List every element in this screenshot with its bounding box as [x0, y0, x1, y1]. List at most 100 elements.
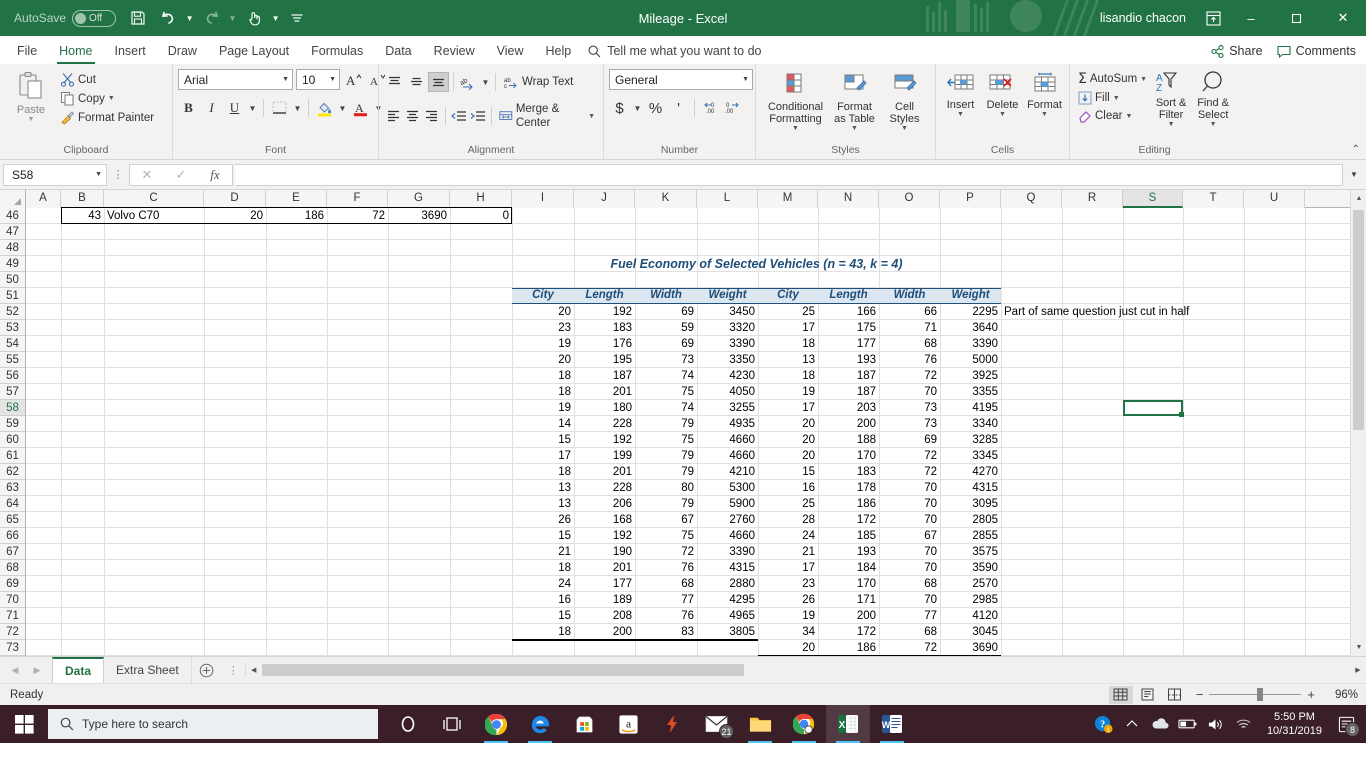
row-header-53[interactable]: 53 [0, 320, 25, 336]
zoom-track[interactable] [1209, 688, 1302, 701]
cell-f46[interactable]: 72 [327, 208, 388, 224]
right-table-cell[interactable]: 70 [879, 560, 940, 576]
row-header-71[interactable]: 71 [0, 608, 25, 624]
right-table-cell[interactable]: 3285 [940, 432, 1001, 448]
undo-dropdown-icon[interactable]: ▼ [184, 5, 195, 31]
left-table-cell[interactable]: 83 [635, 624, 697, 640]
tab-view[interactable]: View [486, 38, 535, 64]
row-header-65[interactable]: 65 [0, 512, 25, 528]
left-table-cell[interactable]: 76 [635, 560, 697, 576]
row-header-73[interactable]: 73 [0, 640, 25, 656]
left-table-cell[interactable]: 16 [512, 592, 574, 608]
right-table-cell[interactable]: 72 [879, 640, 940, 656]
left-table-cell[interactable]: 201 [574, 384, 635, 400]
zoom-in-button[interactable]: + [1307, 687, 1315, 702]
format-as-table-button[interactable]: Format as Table ▼ [827, 70, 883, 134]
file-explorer-icon[interactable] [738, 705, 782, 743]
column-header-e[interactable]: E [266, 190, 327, 208]
right-table-cell[interactable]: 25 [758, 304, 818, 320]
right-table-cell[interactable]: 3690 [940, 640, 1001, 656]
tab-review[interactable]: Review [423, 38, 486, 64]
left-table-cell[interactable]: 3255 [697, 400, 758, 416]
left-table-cell[interactable]: 75 [635, 432, 697, 448]
left-table-cell[interactable]: 208 [574, 608, 635, 624]
left-table-cell[interactable]: 20 [512, 304, 574, 320]
excel-icon[interactable]: X [826, 705, 870, 743]
right-table-cell[interactable]: 193 [818, 352, 879, 368]
left-table-cell[interactable]: 68 [635, 576, 697, 592]
column-header-m[interactable]: M [758, 190, 818, 208]
comments-button[interactable]: Comments [1277, 44, 1356, 58]
insert-function-icon[interactable]: fx [198, 165, 232, 185]
left-table-cell[interactable]: 75 [635, 528, 697, 544]
column-header-p[interactable]: P [940, 190, 1001, 208]
volume-icon[interactable] [1203, 705, 1229, 743]
right-table-cell[interactable]: 3590 [940, 560, 1001, 576]
tab-page-layout[interactable]: Page Layout [208, 38, 300, 64]
left-table-cell[interactable]: 77 [635, 592, 697, 608]
left-table-cell[interactable]: 18 [512, 464, 574, 480]
cell-area[interactable]: 43 Volvo C70 20 186 72 3690 0 Fuel Economy of S… [26, 207, 1366, 656]
select-all-corner[interactable] [0, 190, 26, 208]
left-table-cell[interactable]: 79 [635, 448, 697, 464]
taskbar-clock[interactable]: 5:50 PM 10/31/2019 [1259, 710, 1330, 738]
align-left-icon[interactable] [384, 106, 402, 126]
right-table-cell[interactable]: 200 [818, 608, 879, 624]
row-header-47[interactable]: 47 [0, 224, 25, 240]
right-table-cell[interactable]: 70 [879, 592, 940, 608]
tell-me-search[interactable]: Tell me what you want to do [582, 38, 761, 64]
right-table-cell[interactable]: 186 [818, 640, 879, 656]
horizontal-scroll-track[interactable] [261, 663, 1350, 677]
right-table-cell[interactable]: 69 [879, 432, 940, 448]
right-table-cell[interactable]: 3095 [940, 496, 1001, 512]
conditional-formatting-button[interactable]: Conditional Formatting ▼ [765, 70, 827, 134]
undo-icon[interactable] [154, 5, 182, 31]
taskbar-search-box[interactable]: Type here to search [48, 709, 378, 739]
row-header-68[interactable]: 68 [0, 560, 25, 576]
left-table-cell[interactable]: 201 [574, 464, 635, 480]
left-table-cell[interactable]: 59 [635, 320, 697, 336]
amazon-icon[interactable]: a [606, 705, 650, 743]
row-header-52[interactable]: 52 [0, 304, 25, 320]
cell-c46[interactable]: Volvo C70 [104, 208, 204, 224]
column-header-c[interactable]: C [104, 190, 204, 208]
column-header-k[interactable]: K [635, 190, 697, 208]
left-table-cell[interactable]: 228 [574, 480, 635, 496]
right-table-cell[interactable]: 4315 [940, 480, 1001, 496]
left-table-cell[interactable]: 4965 [697, 608, 758, 624]
left-table-cell[interactable]: 72 [635, 544, 697, 560]
left-table-cell[interactable]: 75 [635, 384, 697, 400]
right-table-cell[interactable]: 171 [818, 592, 879, 608]
currency-format-button[interactable]: $ [609, 98, 630, 118]
right-table-cell[interactable]: 178 [818, 480, 879, 496]
row-header-50[interactable]: 50 [0, 272, 25, 288]
collapse-ribbon-icon[interactable]: ⌃ [1352, 144, 1360, 155]
right-table-cell[interactable]: 3355 [940, 384, 1001, 400]
left-table-cell[interactable]: 177 [574, 576, 635, 592]
row-header-62[interactable]: 62 [0, 464, 25, 480]
right-table-cell[interactable]: 18 [758, 368, 818, 384]
right-table-cell[interactable]: 76 [879, 352, 940, 368]
task-view-icon[interactable] [430, 705, 474, 743]
left-table-cell[interactable]: 3390 [697, 544, 758, 560]
scroll-up-icon[interactable]: ▲ [1351, 190, 1366, 207]
horizontal-scroll-thumb[interactable] [261, 664, 744, 676]
cell-e46[interactable]: 186 [266, 208, 327, 224]
right-table-cell[interactable]: 19 [758, 384, 818, 400]
row-header-57[interactable]: 57 [0, 384, 25, 400]
left-table-cell[interactable]: 4050 [697, 384, 758, 400]
column-header-o[interactable]: O [879, 190, 940, 208]
insert-cells-button[interactable]: Insert ▼ [940, 70, 982, 120]
wrap-text-button[interactable]: ab c Wrap Text [500, 73, 576, 92]
page-break-view-icon[interactable] [1163, 686, 1187, 704]
notifications-icon[interactable]: 8 [1332, 705, 1360, 743]
italic-button[interactable]: I [201, 98, 222, 118]
wifi-icon[interactable] [1231, 705, 1257, 743]
right-table-cell[interactable]: 17 [758, 400, 818, 416]
left-table-cell[interactable]: 187 [574, 368, 635, 384]
left-table-cell[interactable]: 19 [512, 400, 574, 416]
vertical-scroll-thumb[interactable] [1353, 210, 1364, 430]
battery-icon[interactable] [1175, 705, 1201, 743]
left-table-cell[interactable]: 74 [635, 400, 697, 416]
cell-b46[interactable]: 43 [61, 208, 104, 224]
